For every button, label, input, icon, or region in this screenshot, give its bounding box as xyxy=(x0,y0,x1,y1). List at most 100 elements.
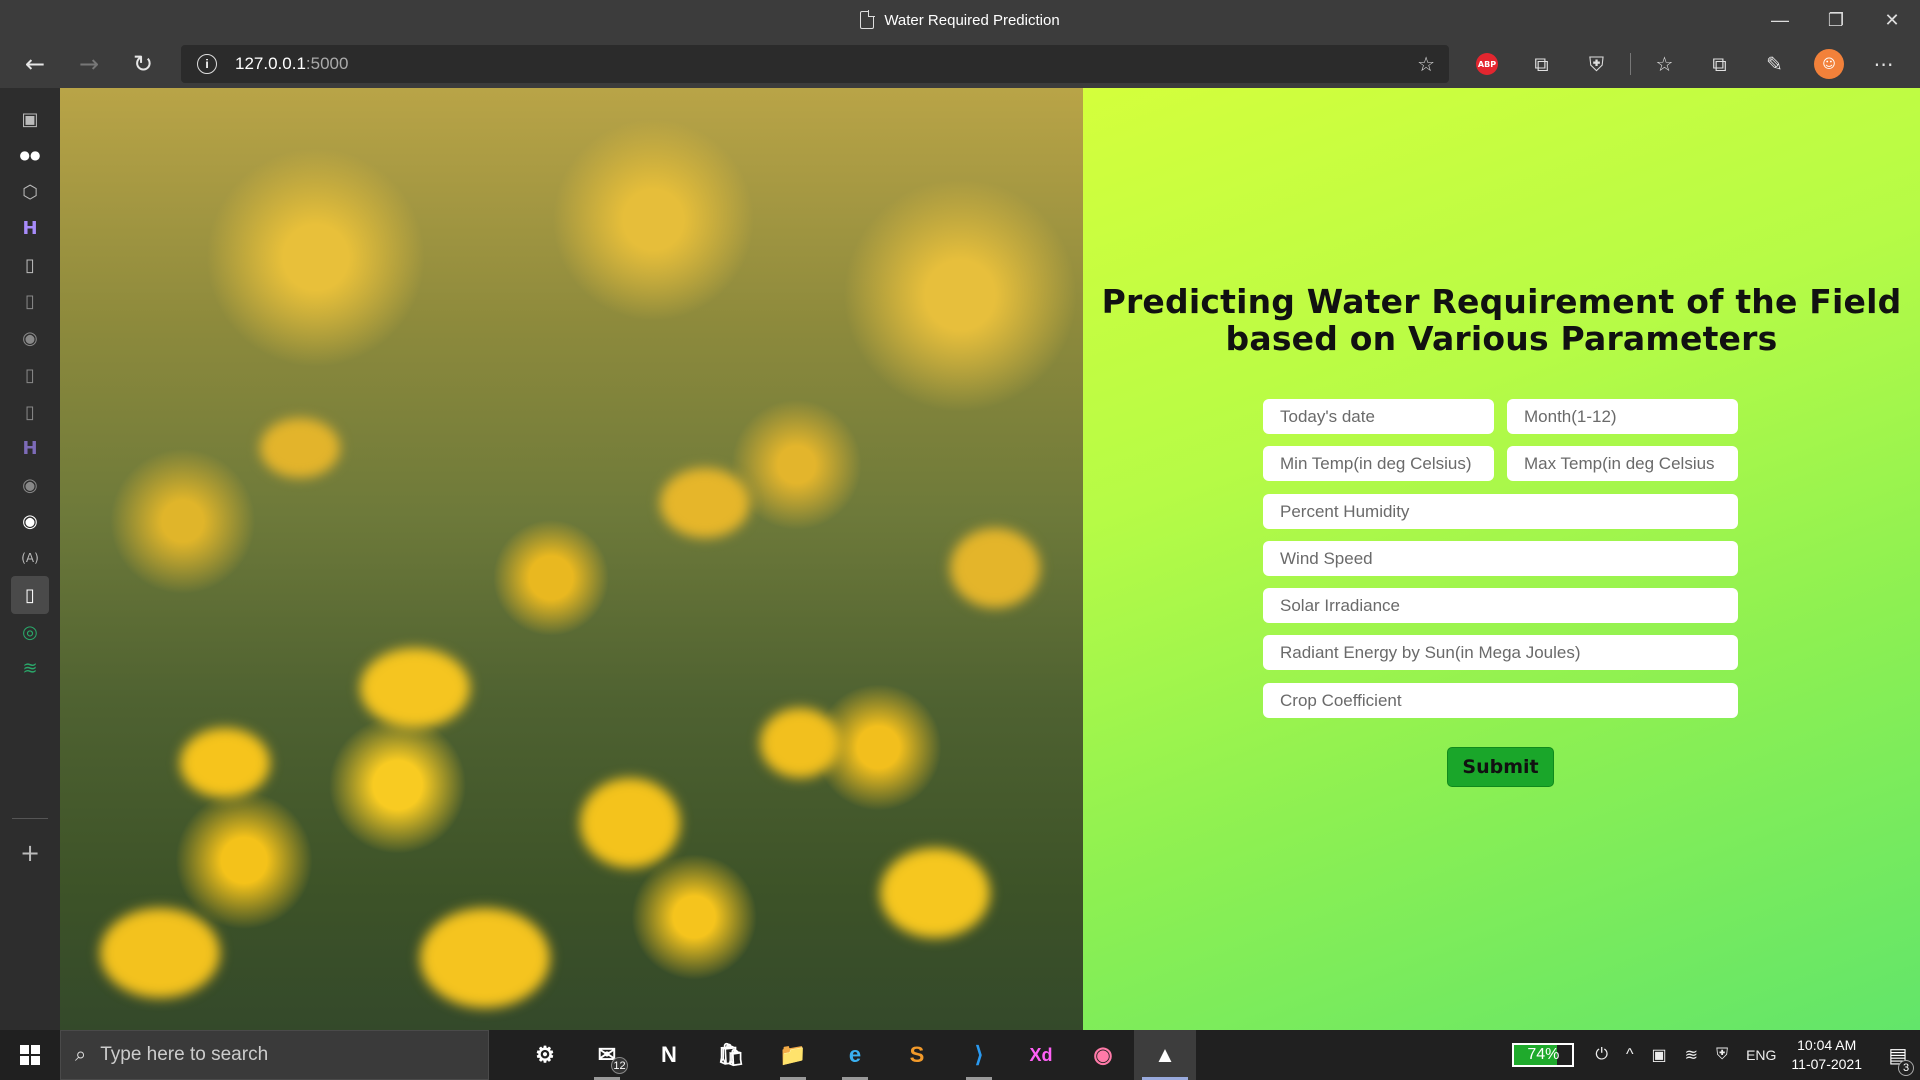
extension-icon-1[interactable]: ⧉ xyxy=(1514,40,1569,88)
settings-app-icon[interactable]: ⚙ xyxy=(514,1030,576,1080)
adobe-xd-icon[interactable]: Xd xyxy=(1010,1030,1072,1080)
favorites-icon[interactable]: ☆ xyxy=(1637,40,1692,88)
flower-cluster xyxy=(660,468,750,538)
minimize-button[interactable]: — xyxy=(1752,0,1808,40)
sidebar-tab-medium-icon[interactable]: ●● xyxy=(11,136,49,174)
sidebar-tab-icon-15[interactable]: ≋ xyxy=(11,649,49,687)
creative-cloud-icon[interactable]: ◉ xyxy=(1072,1030,1134,1080)
close-button[interactable]: ✕ xyxy=(1864,0,1920,40)
month-input[interactable] xyxy=(1507,399,1738,434)
page-title-line-2: based on Various Parameters xyxy=(1225,319,1778,358)
toolbar-separator xyxy=(1630,53,1631,75)
sidebar-tab-icon-3[interactable]: H xyxy=(11,209,49,247)
search-icon: ⌕ xyxy=(75,1043,87,1066)
address-bar[interactable]: i 127.0.0.1:5000 ☆ xyxy=(181,45,1449,83)
clock-date: 11-07-2021 xyxy=(1791,1056,1862,1072)
sidebar-tab-active-page-icon[interactable]: ▯ xyxy=(11,576,49,614)
search-placeholder: Type here to search xyxy=(100,1044,269,1065)
notification-center-icon[interactable]: ▤ 3 xyxy=(1876,1043,1920,1076)
taskbar-clock[interactable]: 10:04 AM 11-07-2021 xyxy=(1791,1036,1862,1074)
extension-icon-2[interactable]: ⛨ xyxy=(1569,40,1624,88)
collections-icon[interactable]: ⧉ xyxy=(1692,40,1747,88)
sublime-text-icon[interactable]: S xyxy=(886,1030,948,1080)
flower-cluster xyxy=(420,908,550,1008)
show-hidden-icons-icon[interactable]: ^ xyxy=(1626,1046,1634,1064)
crop-coefficient-input[interactable] xyxy=(1263,683,1738,718)
solar-irradiance-input[interactable] xyxy=(1263,588,1738,623)
vertical-tabs-sidebar: ▣ ●● ⬡ H ▯ ▯ ◉ ▯ ▯ H ◉ ◉ (A) ▯ ◎ ≋ + xyxy=(0,88,60,1030)
edge-browser-icon[interactable]: e xyxy=(824,1030,886,1080)
sidebar-tab-page-icon[interactable]: ▯ xyxy=(11,282,49,320)
feedback-icon[interactable]: ✎ xyxy=(1747,40,1802,88)
window-title-group: Water Required Prediction xyxy=(860,10,1060,29)
min-temp-input[interactable] xyxy=(1263,446,1494,481)
browser-toolbar: ← → ↻ i 127.0.0.1:5000 ☆ ABP ⧉ ⛨ ☆ ⧉ ✎ ☺… xyxy=(0,40,1920,88)
clock-time: 10:04 AM xyxy=(1797,1037,1857,1053)
settings-menu-icon[interactable]: ⋯ xyxy=(1856,40,1911,88)
window-titlebar: Water Required Prediction — ❐ ✕ xyxy=(0,0,1920,40)
wind-speed-input[interactable] xyxy=(1263,541,1738,576)
sidebar-tab-icon-9[interactable]: H xyxy=(11,429,49,467)
wifi-icon[interactable]: ≋ xyxy=(1685,1045,1698,1065)
new-tab-plus-icon[interactable]: + xyxy=(11,834,49,872)
flower-cluster xyxy=(760,708,840,778)
page-title: Predicting Water Requirement of the Fiel… xyxy=(1083,283,1920,357)
tab-actions-icon[interactable]: ▣ xyxy=(11,100,49,138)
url-port: :5000 xyxy=(305,54,349,73)
sidebar-tab-github-icon[interactable]: ◉ xyxy=(11,466,49,504)
flower-field-photo xyxy=(60,88,1083,1030)
url-host: 127.0.0.1 xyxy=(235,54,306,73)
sidebar-tab-github-icon[interactable]: ◉ xyxy=(11,319,49,357)
sidebar-tab-icon-12[interactable]: (A) xyxy=(11,539,49,577)
taskbar-apps: ⚙ ✉ 12 N 🛍 📁 e S ⟩ Xd ◉ ▲ xyxy=(514,1030,1196,1080)
sidebar-tab-icon-2[interactable]: ⬡ xyxy=(11,173,49,211)
flower-cluster xyxy=(360,648,470,728)
store-app-icon[interactable]: 🛍 xyxy=(700,1030,762,1080)
profile-avatar[interactable]: ☺ xyxy=(1814,49,1844,79)
sidebar-tab-page-icon[interactable]: ▯ xyxy=(11,356,49,394)
power-plug-icon[interactable]: ⏻ xyxy=(1595,1046,1608,1064)
date-input[interactable] xyxy=(1263,399,1494,434)
adblock-plus-icon[interactable]: ABP xyxy=(1476,53,1498,75)
site-info-icon[interactable]: i xyxy=(197,54,217,74)
system-tray: 74% ⏻ ^ ▣ ≋ ⛨ ENG 10:04 AM 11-07-2021 ▤ … xyxy=(1512,1030,1920,1080)
photos-app-icon[interactable]: ▲ xyxy=(1134,1030,1196,1080)
mail-badge: 12 xyxy=(611,1057,628,1074)
vscode-icon[interactable]: ⟩ xyxy=(948,1030,1010,1080)
input-language[interactable]: ENG xyxy=(1746,1047,1776,1063)
flower-cluster xyxy=(100,908,220,998)
security-shield-icon[interactable]: ⛨ xyxy=(1716,1046,1728,1064)
flower-cluster xyxy=(180,728,270,798)
back-button[interactable]: ← xyxy=(8,40,62,88)
sidebar-tab-page-icon[interactable]: ▯ xyxy=(11,393,49,431)
taskbar-search-box[interactable]: ⌕ Type here to search xyxy=(60,1030,489,1080)
notification-count: 3 xyxy=(1898,1059,1914,1076)
notion-app-icon[interactable]: N xyxy=(638,1030,700,1080)
radiant-energy-input[interactable] xyxy=(1263,635,1738,670)
window-title: Water Required Prediction xyxy=(884,11,1060,29)
restore-button[interactable]: ❐ xyxy=(1808,0,1864,40)
battery-indicator[interactable]: 74% xyxy=(1512,1043,1575,1067)
file-explorer-icon[interactable]: 📁 xyxy=(762,1030,824,1080)
flower-cluster xyxy=(880,848,990,938)
sidebar-tab-github-icon[interactable]: ◉ xyxy=(11,502,49,540)
humidity-input[interactable] xyxy=(1263,494,1738,529)
sidebar-divider xyxy=(12,818,48,819)
toolbar-extensions: ABP ⧉ ⛨ ☆ ⧉ ✎ ☺ ⋯ xyxy=(1460,40,1911,88)
max-temp-input[interactable] xyxy=(1507,446,1738,481)
page-title-line-1: Predicting Water Requirement of the Fiel… xyxy=(1101,282,1902,321)
windows-taskbar: ⌕ Type here to search ⚙ ✉ 12 N 🛍 📁 e S ⟩ … xyxy=(0,1030,1920,1080)
window-controls: — ❐ ✕ xyxy=(1752,0,1920,40)
add-favorite-icon[interactable]: ☆ xyxy=(1417,52,1435,77)
sidebar-tab-page-icon[interactable]: ▯ xyxy=(11,246,49,284)
mail-app-icon[interactable]: ✉ 12 xyxy=(576,1030,638,1080)
reload-button[interactable]: ↻ xyxy=(116,40,170,88)
submit-button[interactable]: Submit xyxy=(1447,747,1554,787)
sidebar-tab-icon-14[interactable]: ◎ xyxy=(11,613,49,651)
page-icon xyxy=(860,10,876,29)
start-button[interactable] xyxy=(0,1030,60,1080)
forward-button[interactable]: → xyxy=(62,40,116,88)
flower-cluster xyxy=(950,528,1040,608)
display-icon[interactable]: ▣ xyxy=(1652,1045,1667,1065)
battery-percent: 74% xyxy=(1527,1046,1560,1063)
